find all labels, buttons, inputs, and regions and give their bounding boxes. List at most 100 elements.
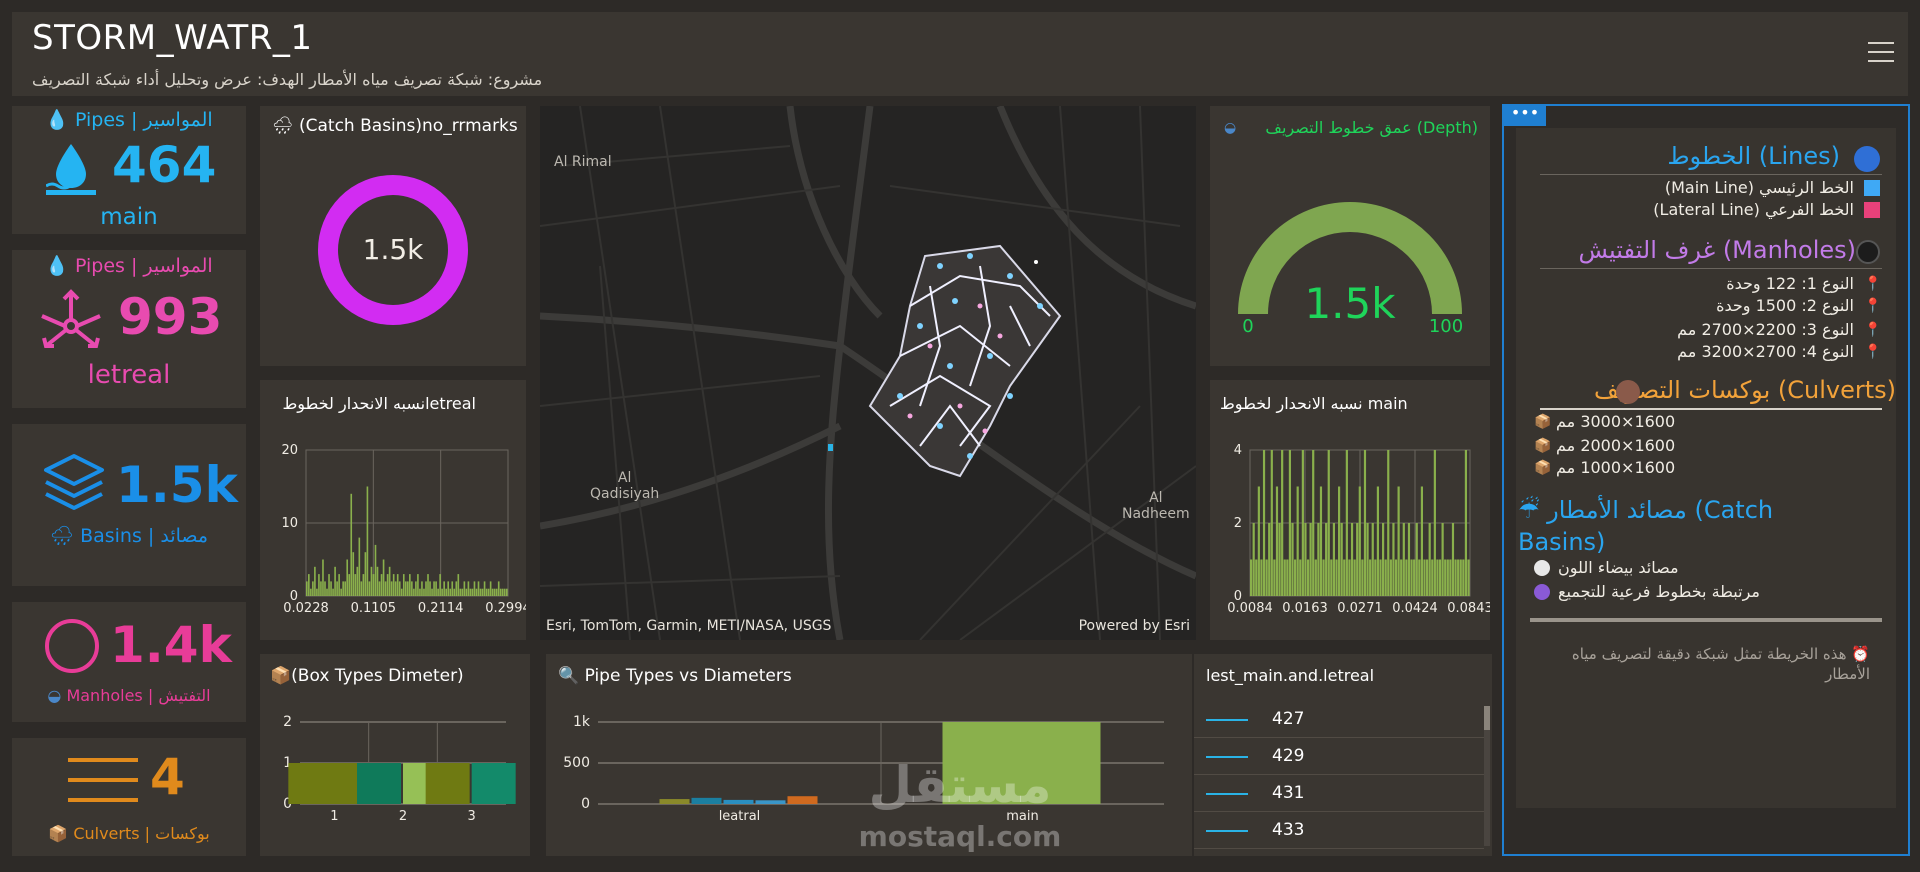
histogram-bar [396, 574, 399, 596]
table-row[interactable]: 431 [1194, 776, 1484, 812]
histogram-bar [1374, 559, 1377, 596]
indicator-title: 💧 Pipes | المواسير [45, 109, 213, 131]
table-row[interactable]: 427 [1194, 702, 1484, 738]
map-attribution[interactable]: Esri, TomTom, Garmin, METI/NASA, USGS [546, 618, 831, 634]
histogram-bar [413, 588, 415, 596]
histogram-bar [1420, 486, 1424, 596]
histogram-bar [457, 574, 460, 596]
indicator-pipes-lateral: 💧 Pipes | المواسير 993 letreal [12, 250, 246, 408]
histogram-bar [330, 581, 332, 596]
map-label-al-rimal: Al Rimal [554, 154, 612, 170]
bar[interactable] [723, 799, 754, 804]
legend-divider [1540, 174, 1882, 175]
histogram-bar [1397, 486, 1400, 596]
histogram-bar [338, 574, 340, 596]
histogram-bar [394, 581, 397, 596]
pin-icon: 📍 [1864, 298, 1882, 314]
histogram-bar [354, 574, 357, 596]
x-tick-label: 3 [468, 809, 476, 824]
histogram-bar [417, 574, 419, 596]
histogram-bar [1299, 559, 1302, 596]
scrollbar-thumb[interactable] [1484, 706, 1490, 730]
bar[interactable] [787, 796, 818, 804]
histogram-bar [465, 588, 468, 596]
indicator-footer: 📦 Culverts | بوكسات [48, 824, 210, 843]
histogram-bar [378, 581, 381, 596]
bar[interactable] [659, 799, 690, 804]
histogram-bar [455, 581, 458, 596]
map-view[interactable]: Al Rimal Al Qadisiyah Al Nadheem Esri, T… [540, 106, 1196, 640]
histogram-bar [409, 574, 411, 596]
histogram-bar [362, 574, 365, 596]
y-tick-label: 4 [1234, 443, 1242, 458]
histogram-bar [1268, 523, 1271, 596]
histogram-bar [344, 581, 346, 596]
x-tick-label: 0.0228 [283, 601, 329, 616]
histogram-bar [368, 581, 371, 596]
histogram-bar [1446, 559, 1449, 596]
histogram-bar [1301, 450, 1304, 596]
histogram-bar [1262, 450, 1266, 596]
histogram-bar [1327, 450, 1330, 596]
histogram-bar [1394, 559, 1398, 596]
histogram-bar [326, 588, 328, 596]
histogram-bar [1273, 559, 1276, 596]
list-scrollbar[interactable] [1484, 706, 1490, 846]
histogram-bar [419, 588, 421, 596]
indicator-footer: letreal [87, 360, 171, 390]
histogram-bar [1464, 450, 1468, 596]
histogram-bar [360, 581, 363, 596]
histogram-bar [491, 588, 494, 596]
bar[interactable] [691, 797, 722, 804]
indicator-culverts: 4 📦 Culverts | بوكسات [12, 738, 246, 856]
histogram-bar [477, 581, 480, 596]
indicator-footer-text: Culverts | بوكسات [73, 824, 210, 843]
legend-options-button[interactable]: ••• [1504, 106, 1546, 126]
indicator-footer-text: Basins | مصائد [80, 525, 209, 547]
table-row[interactable]: 429 [1194, 739, 1484, 775]
indicator-value: 1.5k [116, 456, 238, 514]
line-symbol-icon [1206, 830, 1248, 832]
histogram-bar [441, 588, 443, 596]
histogram-bar [505, 588, 508, 596]
histogram-bar [1451, 523, 1455, 596]
y-tick-label: 10 [281, 516, 298, 531]
bar[interactable] [755, 800, 786, 804]
table-row[interactable]: 433 [1194, 813, 1484, 849]
histogram-bar [487, 588, 490, 596]
legend-panel: ••• الخطوط (Lines) الخط الرئيسي (Main Li… [1502, 104, 1910, 856]
histogram-bar [435, 581, 437, 596]
histogram-bar [407, 581, 409, 596]
legend-lines-head: الخطوط (Lines) [1667, 142, 1840, 170]
histogram-bar [443, 581, 445, 596]
network-arrows-icon [41, 289, 101, 348]
manhole-icon: ◒ [1224, 120, 1237, 136]
histogram-bar [1270, 450, 1273, 596]
histogram-bar [1366, 523, 1369, 596]
histogram-bar [1418, 559, 1421, 596]
bar[interactable] [425, 763, 470, 804]
legend-basins-head: ☔ مصائد الأمطار (Catch Basins) [1518, 496, 1774, 556]
legend-divider [1540, 268, 1882, 269]
map-powered-by[interactable]: Powered by Esri [1079, 618, 1190, 634]
y-tick-label: 500 [563, 755, 590, 771]
globe-icon [1854, 146, 1880, 172]
map-label-al-qadisiyah: Al Qadisiyah [590, 470, 660, 502]
x-tick-label: leatral [719, 809, 761, 824]
hamburger-menu-icon[interactable] [1868, 42, 1894, 66]
histogram-lateral-chart: 010200.02280.11050.21140.2994 [281, 443, 526, 616]
histogram-bar [431, 588, 433, 596]
bar[interactable] [357, 763, 401, 804]
y-tick-label: 1k [573, 714, 591, 730]
map-canvas[interactable] [540, 106, 1196, 640]
histogram-bar [1358, 486, 1361, 596]
histogram-bar [1325, 523, 1328, 596]
histogram-bar [310, 588, 312, 596]
histogram-bar [388, 566, 391, 596]
x-tick-label: 2 [399, 809, 407, 824]
x-tick-label: 0.0163 [1282, 601, 1328, 616]
line-symbol-icon [1206, 793, 1248, 795]
bar[interactable] [471, 763, 516, 804]
histogram-bar [1444, 559, 1447, 596]
histogram-bar [1286, 559, 1289, 596]
